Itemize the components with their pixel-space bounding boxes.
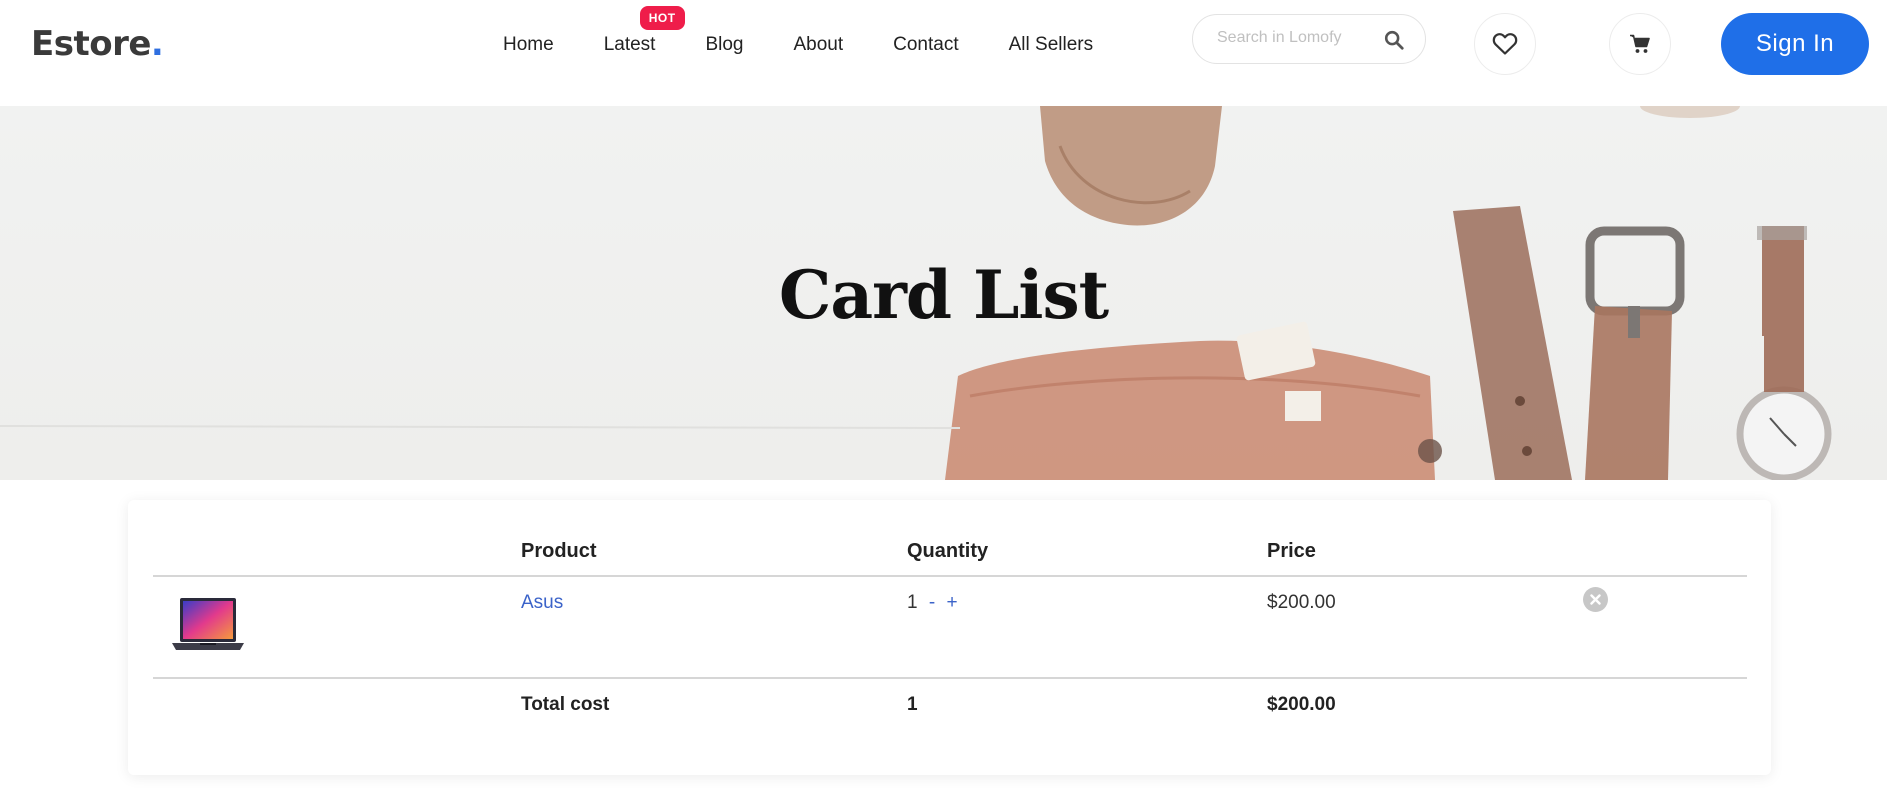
heart-icon <box>1492 33 1518 55</box>
nav-item-all-sellers[interactable]: All Sellers <box>1009 34 1093 56</box>
close-icon <box>1590 594 1601 605</box>
search-input[interactable] <box>1217 29 1377 47</box>
sign-in-button[interactable]: Sign In <box>1721 13 1869 75</box>
site-header: Estore. Home HOT Latest Blog About Conta… <box>0 0 1887 106</box>
hot-badge: HOT <box>639 6 685 30</box>
brand-logo[interactable]: Estore. <box>31 24 164 64</box>
nav-item-label: Home <box>503 34 554 55</box>
header-price: Price <box>1267 540 1316 562</box>
total-price: $200.00 <box>1267 694 1336 715</box>
product-price: $200.00 <box>1267 592 1336 613</box>
nav-item-latest[interactable]: HOT Latest <box>603 6 685 56</box>
search-box <box>1192 14 1426 64</box>
nav-item-label: About <box>793 34 844 55</box>
sign-in-label: Sign In <box>1755 30 1835 57</box>
nav-item-home[interactable]: Home <box>503 34 554 56</box>
total-quantity: 1 <box>907 694 918 715</box>
header-quantity: Quantity <box>907 540 989 562</box>
wishlist-button[interactable] <box>1474 13 1536 75</box>
increase-quantity-button[interactable]: + <box>946 592 957 613</box>
main-nav: Home HOT Latest Blog About Contact All S… <box>503 6 1093 56</box>
header-divider <box>153 575 1747 577</box>
nav-item-label: All Sellers <box>1008 34 1094 55</box>
quantity-stepper: 1 - + <box>907 592 958 614</box>
quantity-value: 1 <box>907 592 918 613</box>
nav-item-about[interactable]: About <box>793 34 843 56</box>
brand-dot: . <box>150 24 164 64</box>
hero-banner: Card List <box>0 106 1887 480</box>
total-divider <box>153 677 1747 679</box>
brand-name: Estore <box>31 24 151 64</box>
nav-item-label: Latest <box>603 34 656 55</box>
remove-item-button[interactable] <box>1583 587 1608 612</box>
decrease-quantity-button[interactable]: - <box>929 592 935 613</box>
cart-card: Product Quantity Price Asus 1 - + $200.0… <box>128 500 1771 775</box>
nav-item-label: Contact <box>893 34 959 55</box>
total-cost-label: Total cost <box>521 694 610 715</box>
nav-item-blog[interactable]: Blog <box>705 34 743 56</box>
search-icon[interactable] <box>1383 29 1405 51</box>
header-product: Product <box>521 540 597 562</box>
nav-item-label: Blog <box>705 34 744 55</box>
cart-icon <box>1630 34 1650 53</box>
page-title: Card List <box>778 256 1109 334</box>
product-link[interactable]: Asus <box>521 592 563 614</box>
cart-button[interactable] <box>1609 13 1671 75</box>
nav-item-contact[interactable]: Contact <box>893 34 958 56</box>
product-thumbnail[interactable] <box>170 596 246 654</box>
